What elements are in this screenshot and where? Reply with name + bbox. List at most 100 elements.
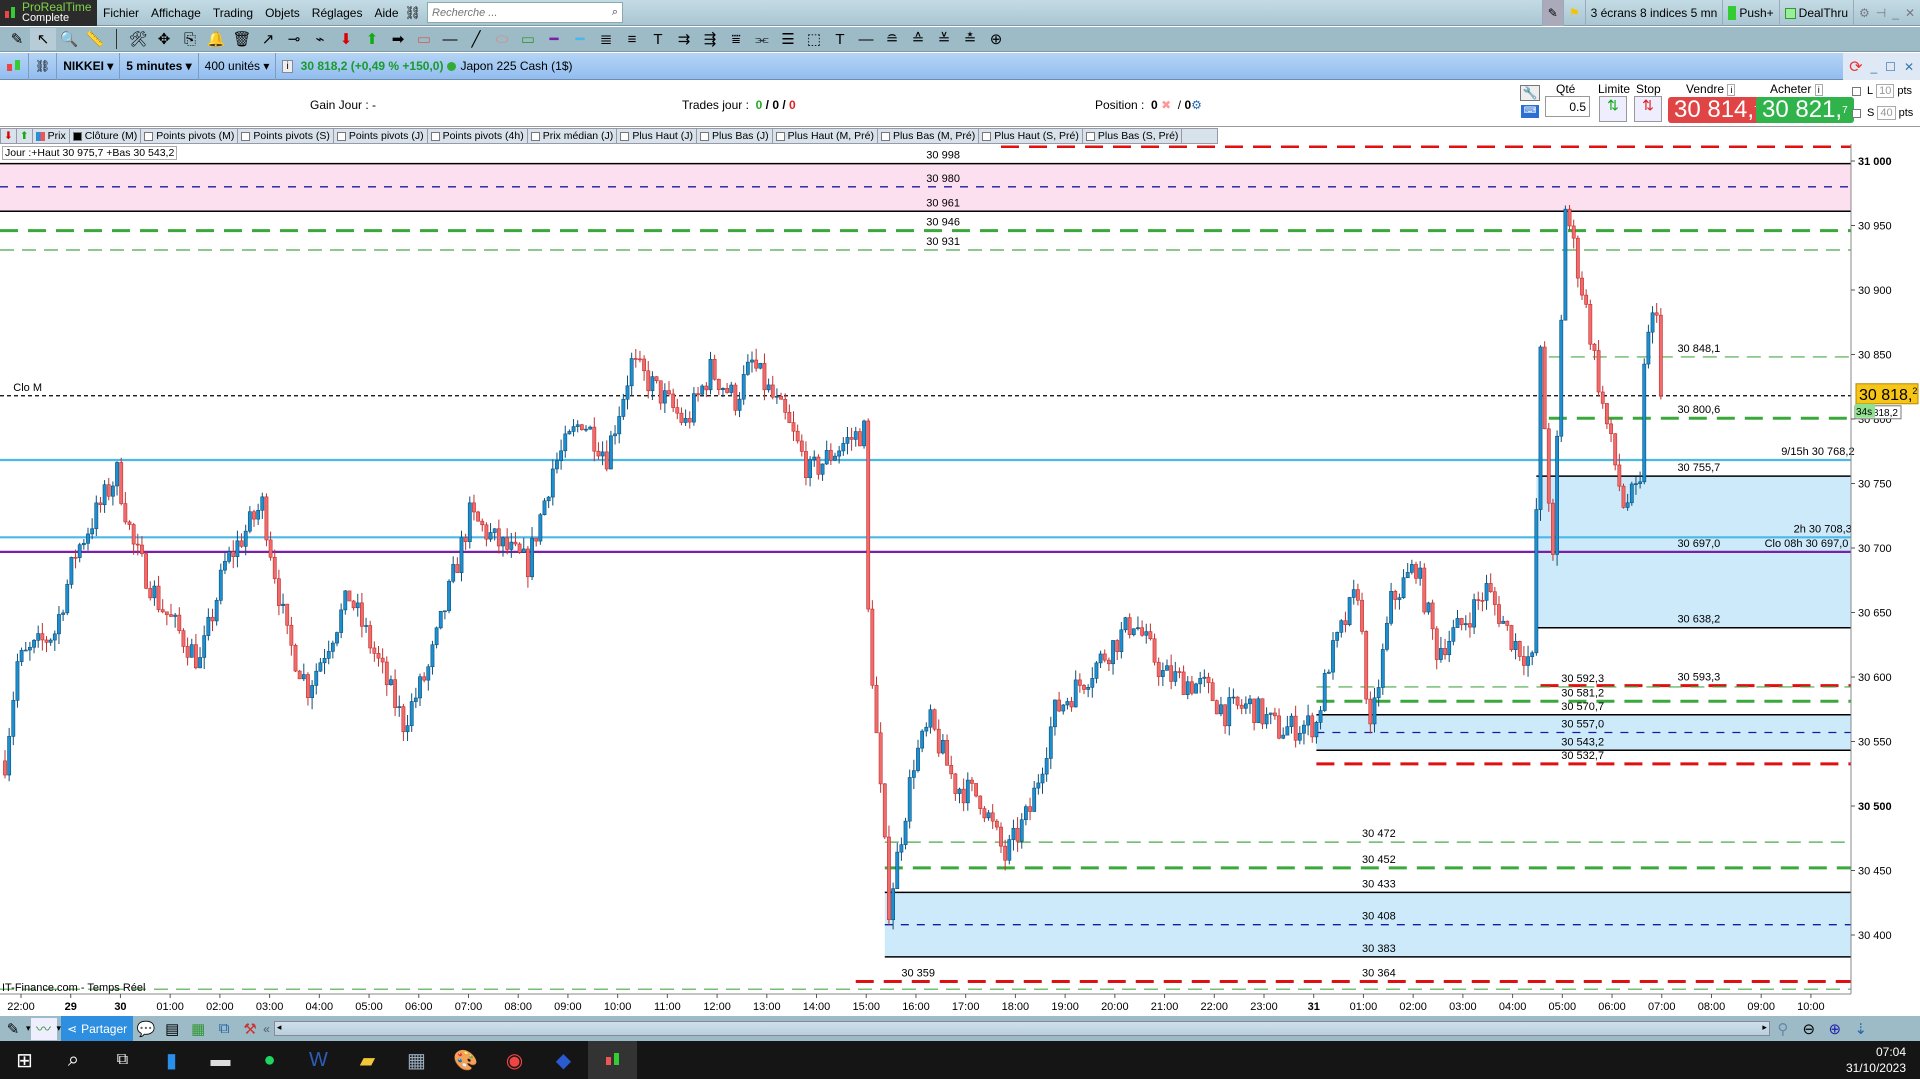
scroll-to-end-icon[interactable]: ⇣: [1848, 1018, 1874, 1040]
chrome-icon[interactable]: ◉: [490, 1041, 539, 1079]
levels4-icon[interactable]: ≚: [931, 28, 957, 50]
right-arrow-icon[interactable]: ➡: [385, 28, 411, 50]
chart-type-icon[interactable]: [0, 52, 29, 80]
indicator-toggle[interactable]: Plus Bas (J): [697, 129, 773, 143]
stop-order-button[interactable]: ⇅: [1634, 96, 1662, 122]
polyline-icon[interactable]: ⌁: [307, 28, 333, 50]
ticker-select[interactable]: NIKKEI ▾: [57, 52, 121, 80]
indicator-toggle[interactable]: Points pivots (4h): [428, 129, 528, 143]
spotify-icon[interactable]: ●: [245, 1041, 294, 1079]
sell-arrow-icon[interactable]: ⬇: [333, 28, 359, 50]
indicator-toggle[interactable]: Plus Bas (M, Pré): [878, 129, 980, 143]
close-position-icon[interactable]: ✖: [1161, 98, 1171, 112]
horizontal-scrollbar[interactable]: ◂ ▸: [273, 1021, 1770, 1036]
dealthru-button[interactable]: DealThru: [1778, 0, 1853, 26]
info-icon[interactable]: i: [1727, 84, 1736, 96]
arrow-line-icon[interactable]: ↗: [255, 28, 281, 50]
indicator-toggle[interactable]: Plus Haut (M, Pré): [773, 129, 878, 143]
pointer-icon[interactable]: ↖: [30, 28, 56, 50]
copy-icon[interactable]: ⎘: [177, 28, 203, 50]
share-button[interactable]: ⋖ Partager: [61, 1016, 134, 1041]
search-icon[interactable]: ⌕: [49, 1041, 98, 1079]
minimize-icon[interactable]: _: [1870, 60, 1877, 74]
indicator-icon[interactable]: 〰: [30, 1017, 57, 1040]
text-icon[interactable]: T: [645, 28, 671, 50]
close-icon[interactable]: ✕: [1904, 60, 1914, 74]
price-chart[interactable]: 30 998 30 980 30 961 30 946 30 931 30 848,1 Cl…: [0, 144, 1920, 1016]
buy-button[interactable]: 30 821, 7: [1756, 96, 1854, 123]
interval-select[interactable]: 5 minutes ▾: [120, 52, 199, 80]
units-select[interactable]: 400 unités ▾: [199, 52, 277, 80]
measure-icon[interactable]: ⬚: [801, 28, 827, 50]
horizontal-zone-icon[interactable]: ▭: [411, 28, 437, 50]
system-clock[interactable]: 07:04 31/10/2023: [1846, 1044, 1906, 1076]
menu-reglages[interactable]: Réglages: [306, 6, 369, 20]
link-icon[interactable]: ⛓: [405, 5, 422, 21]
fib-fan-icon[interactable]: ≡: [619, 28, 645, 50]
indicator-toggle[interactable]: Plus Haut (S, Pré): [979, 129, 1083, 143]
long-pts-input[interactable]: 10: [1876, 84, 1895, 98]
channel2-icon[interactable]: ⇶: [697, 28, 723, 50]
levels2-icon[interactable]: ≘: [879, 28, 905, 50]
close-icon[interactable]: ✕: [1905, 6, 1915, 20]
calculator-icon[interactable]: ▦: [392, 1041, 441, 1079]
drawing-icon[interactable]: ✎: [0, 1018, 26, 1040]
zoom-out-icon[interactable]: ⊖: [1796, 1018, 1822, 1040]
zoom-auto-icon[interactable]: ⚲: [1770, 1018, 1796, 1040]
rectangle-icon[interactable]: ▭: [515, 28, 541, 50]
short-pts-input[interactable]: 40: [1877, 106, 1896, 120]
info-icon[interactable]: i: [282, 59, 293, 73]
store-icon[interactable]: ▮: [147, 1041, 196, 1079]
ellipse-icon[interactable]: ⬭: [489, 28, 515, 50]
zoom-icon[interactable]: 🔍: [56, 28, 82, 50]
gann-icon[interactable]: ⩸: [723, 28, 749, 50]
file-explorer-icon[interactable]: ▰: [343, 1041, 392, 1079]
scroll-left-icon[interactable]: ◂: [277, 1022, 282, 1033]
prorealtime-taskbar-icon[interactable]: [588, 1041, 637, 1079]
settings-icon[interactable]: ⚙: [1859, 6, 1870, 20]
indicator-toggle[interactable]: Clôture (M): [70, 129, 142, 143]
link-icon[interactable]: ⛓: [29, 52, 58, 80]
segment-icon[interactable]: ⊸: [281, 28, 307, 50]
alert-bell-icon[interactable]: 🔔: [203, 28, 229, 50]
paint-icon[interactable]: 🎨: [441, 1041, 490, 1079]
collapse-icon[interactable]: «: [263, 1022, 270, 1036]
push-button[interactable]: Push+: [1722, 0, 1778, 26]
trendline-icon[interactable]: ╱: [463, 28, 489, 50]
hline2-icon[interactable]: —: [853, 28, 879, 50]
limit-order-button[interactable]: ⇅: [1599, 96, 1627, 122]
workspace-selector[interactable]: 3 écrans 8 indices 5 mn: [1584, 0, 1723, 26]
drawing-toggle-icon[interactable]: ✎: [1541, 0, 1563, 26]
comment-icon[interactable]: 💬: [133, 1018, 159, 1040]
levels5-icon[interactable]: ≛: [957, 28, 983, 50]
indicator-toggle[interactable]: Prix: [33, 129, 70, 143]
sell-button[interactable]: 30 814,7: [1668, 96, 1766, 123]
qty-input[interactable]: [1545, 96, 1590, 117]
indicator-toggle[interactable]: Points pivots (J): [334, 129, 428, 143]
scanner-icon[interactable]: ▬: [196, 1041, 245, 1079]
task-view-icon[interactable]: ⧉: [98, 1041, 147, 1079]
horizontal-line-icon[interactable]: —: [437, 28, 463, 50]
pitchfork-icon[interactable]: ⫘: [749, 28, 775, 50]
menu-affichage[interactable]: Affichage: [145, 6, 207, 20]
pencil-icon[interactable]: ✎: [4, 28, 30, 50]
windows-start-icon[interactable]: ⊞: [0, 1041, 49, 1079]
report-icon[interactable]: ▤: [159, 1018, 185, 1040]
indicator-toggle[interactable]: Prix médian (J): [528, 129, 618, 143]
trash-icon[interactable]: 🗑: [229, 28, 255, 50]
buy-arrow-icon[interactable]: ⬆: [359, 28, 385, 50]
menu-aide[interactable]: Aide: [368, 6, 404, 20]
move-icon[interactable]: ✥: [151, 28, 177, 50]
minimize-icon[interactable]: _: [1892, 6, 1899, 20]
pin-icon[interactable]: ⊣: [1876, 6, 1886, 20]
text-box-icon[interactable]: T: [827, 28, 853, 50]
windows-icon[interactable]: ⧉: [211, 1018, 237, 1040]
web-icon[interactable]: ⊕: [983, 28, 1009, 50]
zoom-in-icon[interactable]: ⊕: [1822, 1018, 1848, 1040]
indicator-toggle[interactable]: Points pivots (M): [141, 129, 239, 143]
sell-arrow-icon[interactable]: ⬇: [1, 129, 17, 143]
short-checkbox[interactable]: [1852, 108, 1861, 118]
ruler-icon[interactable]: 📏: [82, 28, 108, 50]
indicator-toggle[interactable]: Plus Haut (J): [617, 129, 697, 143]
indicator-toggle[interactable]: Plus Bas (S, Pré): [1083, 129, 1183, 143]
